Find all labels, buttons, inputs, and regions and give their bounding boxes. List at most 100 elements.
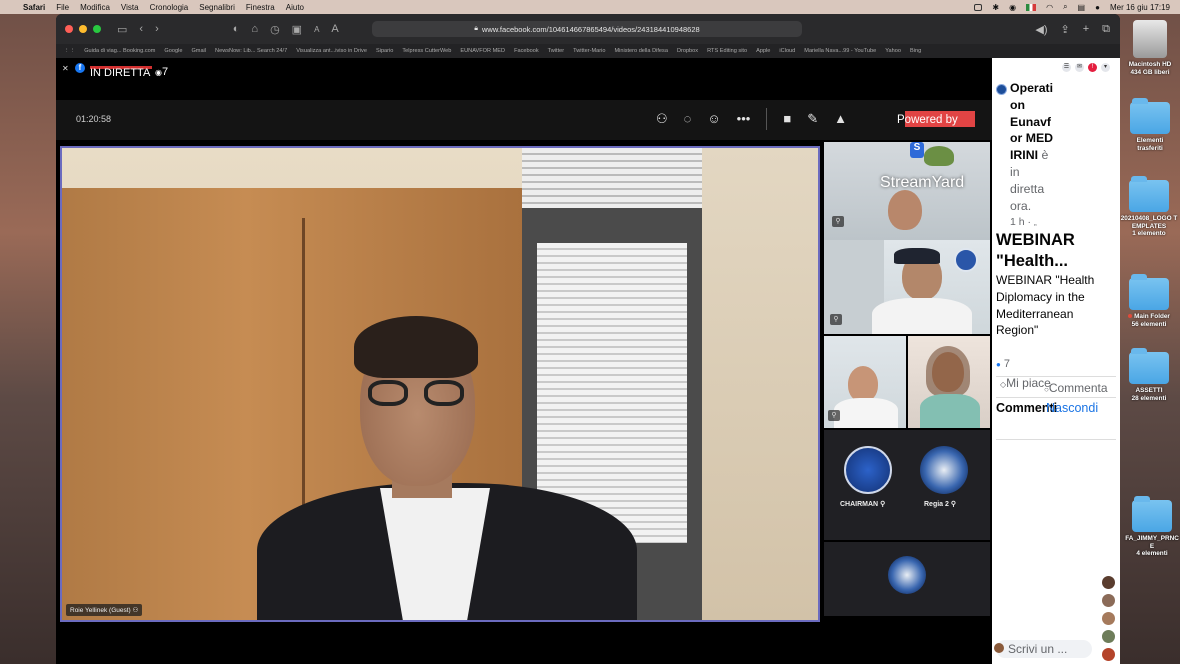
bookmark-item[interactable]: EUNAVFOR MED <box>460 48 505 54</box>
participants-icon[interactable]: ⚇ <box>656 111 668 130</box>
status-app-icon[interactable] <box>974 3 983 11</box>
bookmark-item[interactable]: Twitter <box>548 48 564 54</box>
app-menu[interactable]: Safari <box>23 3 45 12</box>
bookmark-item[interactable]: Yahoo <box>885 48 901 54</box>
more-options-icon[interactable]: ••• <box>737 111 751 130</box>
bookmark-item[interactable]: iCloud <box>779 48 795 54</box>
clock[interactable]: Mer 16 giu 17:19 <box>1110 3 1170 12</box>
bookmark-item[interactable]: Dropbox <box>677 48 698 54</box>
tab-overview-icon[interactable]: ⧉ <box>1102 23 1110 36</box>
desktop-icon-fa-jimmy[interactable]: FA_JIMMY_PRNCE 4 elementi <box>1124 496 1180 558</box>
menu-file[interactable]: File <box>56 3 69 12</box>
bookmark-item[interactable]: Google <box>164 48 182 54</box>
participant-tile-streamyard[interactable]: S StreamYard ⚲ <box>824 142 990 240</box>
control-center-icon[interactable]: ▤ <box>1078 3 1086 12</box>
bookmark-item[interactable]: Sipario <box>376 48 393 54</box>
bluetooth-icon[interactable]: ✱ <box>992 3 999 12</box>
menu-icon[interactable]: ☰ <box>1062 63 1071 72</box>
address-bar[interactable]: 🔒︎ www.facebook.com/104614667865494/vide… <box>372 21 802 37</box>
bookmark-item[interactable]: Guida di viag... Booking.com <box>84 48 155 54</box>
bookmark-item[interactable]: Telpress CutterWeb <box>402 48 451 54</box>
contact-avatar[interactable] <box>1102 648 1115 661</box>
menu-modifica[interactable]: Modifica <box>80 3 110 12</box>
camera-off-icon[interactable]: ■ <box>783 111 791 130</box>
post-time[interactable]: 1 h · „ <box>1010 216 1037 228</box>
menu-finestra[interactable]: Finestra <box>246 3 275 12</box>
comment-button[interactable]: ○Commenta <box>1040 377 1108 397</box>
hide-comments-link[interactable]: Nascondi <box>1046 400 1098 417</box>
page-avatar[interactable] <box>996 84 1007 95</box>
desktop-icon-macintosh-hd[interactable]: Macintosh HD 434 GB liberi <box>1124 20 1176 76</box>
text-larger-icon[interactable]: A <box>331 23 338 35</box>
chairman-avatar-icon[interactable] <box>844 446 892 494</box>
bookmark-item[interactable]: NewsNow: Lib... Search 24/7 <box>215 48 287 54</box>
contact-avatar[interactable] <box>1102 612 1115 625</box>
shield-icon[interactable]: ◐ <box>233 23 240 35</box>
close-window-button[interactable] <box>65 25 73 33</box>
menu-cronologia[interactable]: Cronologia <box>150 3 189 12</box>
bookmark-item[interactable]: Bing <box>910 48 921 54</box>
desktop-icon-main-folder[interactable]: Main Folder 56 elementi <box>1122 274 1176 328</box>
reactions-icon[interactable]: ☺ <box>707 111 720 130</box>
new-tab-icon[interactable]: + <box>1083 23 1089 35</box>
facebook-logo-icon[interactable]: f <box>75 63 85 73</box>
user-avatar <box>994 643 1004 653</box>
comments-header: Commenti Nascondi <box>996 400 1116 440</box>
messenger-icon[interactable]: ✉ <box>1075 63 1084 72</box>
menu-segnalibri[interactable]: Segnalibri <box>199 3 235 12</box>
share-screen-icon[interactable]: ▲ <box>834 111 847 130</box>
minimize-window-button[interactable] <box>79 25 87 33</box>
account-icon[interactable]: ▾ <box>1101 63 1110 72</box>
pin-icon[interactable]: ⚲ <box>828 410 840 421</box>
like-button[interactable]: ◇Mi piace <box>996 377 1051 397</box>
play-icon[interactable]: ◉ <box>1009 3 1016 12</box>
contact-avatar[interactable] <box>1102 594 1115 607</box>
participant-tile-logo[interactable] <box>824 542 990 616</box>
comment-input[interactable]: Scrivi un ... <box>994 640 1092 658</box>
bookmark-item[interactable]: Visualizza ant...iviso in Drive <box>296 48 367 54</box>
participant-tile-man[interactable]: ⚲ <box>824 336 906 428</box>
bookmark-item[interactable]: Mariella Nava...99 - YouTube <box>804 48 876 54</box>
history-icon[interactable]: ◷ <box>270 23 280 36</box>
desktop-icon-elementi-trasferiti[interactable]: Elementi trasferiti <box>1124 98 1176 152</box>
forward-icon[interactable]: › <box>155 23 159 35</box>
zoom-window-button[interactable] <box>93 25 101 33</box>
participant-tile-officer[interactable]: ⚲ <box>824 240 990 334</box>
sidebar-icon[interactable]: ▭ <box>117 23 127 36</box>
input-flag-icon[interactable] <box>1026 3 1037 11</box>
wifi-icon[interactable]: ◠ <box>1046 3 1053 12</box>
home-icon[interactable]: ⌂ <box>251 23 258 35</box>
contact-avatar[interactable] <box>1102 576 1115 589</box>
desktop-icon-logo-templates[interactable]: 20210408_LOGO TEMPLATES 1 elemento <box>1120 176 1178 238</box>
desktop-icon-assetti[interactable]: ASSETTI 28 elementi <box>1122 348 1176 402</box>
menu-aiuto[interactable]: Aiuto <box>286 3 304 12</box>
back-icon[interactable]: ‹ <box>139 23 143 35</box>
menu-vista[interactable]: Vista <box>121 3 139 12</box>
bookmark-item[interactable]: Ministero della Difesa <box>614 48 667 54</box>
text-smaller-icon[interactable]: A <box>314 25 319 34</box>
spotlight-icon[interactable]: ⌕ <box>1063 2 1067 12</box>
notifications-icon[interactable]: ! <box>1088 63 1097 72</box>
page-name[interactable]: Operati on Eunavf or MED IRINI è in dire… <box>1010 80 1058 214</box>
close-icon[interactable]: ✕ <box>62 64 69 73</box>
bookmark-item[interactable]: RTS Editing sito <box>707 48 747 54</box>
contact-avatar[interactable] <box>1102 630 1115 643</box>
bookmark-item[interactable]: Twitter-Mario <box>573 48 605 54</box>
meeting-toolbar: 01:20:58 ⚇ ◌ ☺ ••• ■ ✎ ▲ Powered by <box>56 100 992 140</box>
mic-off-icon[interactable]: ✎ <box>807 111 818 130</box>
chat-icon[interactable]: ◌ <box>684 111 692 130</box>
bookmark-item[interactable]: Gmail <box>191 48 206 54</box>
bookmark-item[interactable]: Apple <box>756 48 770 54</box>
main-speaker-video[interactable]: Roie Yellinek (Guest) ⚇ <box>60 146 820 622</box>
participant-tile-woman[interactable] <box>908 336 990 428</box>
bookmark-item[interactable]: Facebook <box>514 48 539 54</box>
regia-avatar-icon[interactable] <box>920 446 968 494</box>
pin-icon[interactable]: ⚲ <box>830 314 842 325</box>
reactions-count[interactable]: ● 7 <box>996 358 1056 371</box>
apps-grid-icon[interactable]: ⋮⋮ <box>64 48 75 54</box>
share-icon[interactable]: ⇪ <box>1060 23 1069 36</box>
siri-icon[interactable]: ● <box>1095 3 1100 12</box>
audio-icon[interactable]: ◀) <box>1035 23 1047 36</box>
print-icon[interactable]: ▣ <box>292 23 302 36</box>
pin-icon[interactable]: ⚲ <box>832 216 844 227</box>
